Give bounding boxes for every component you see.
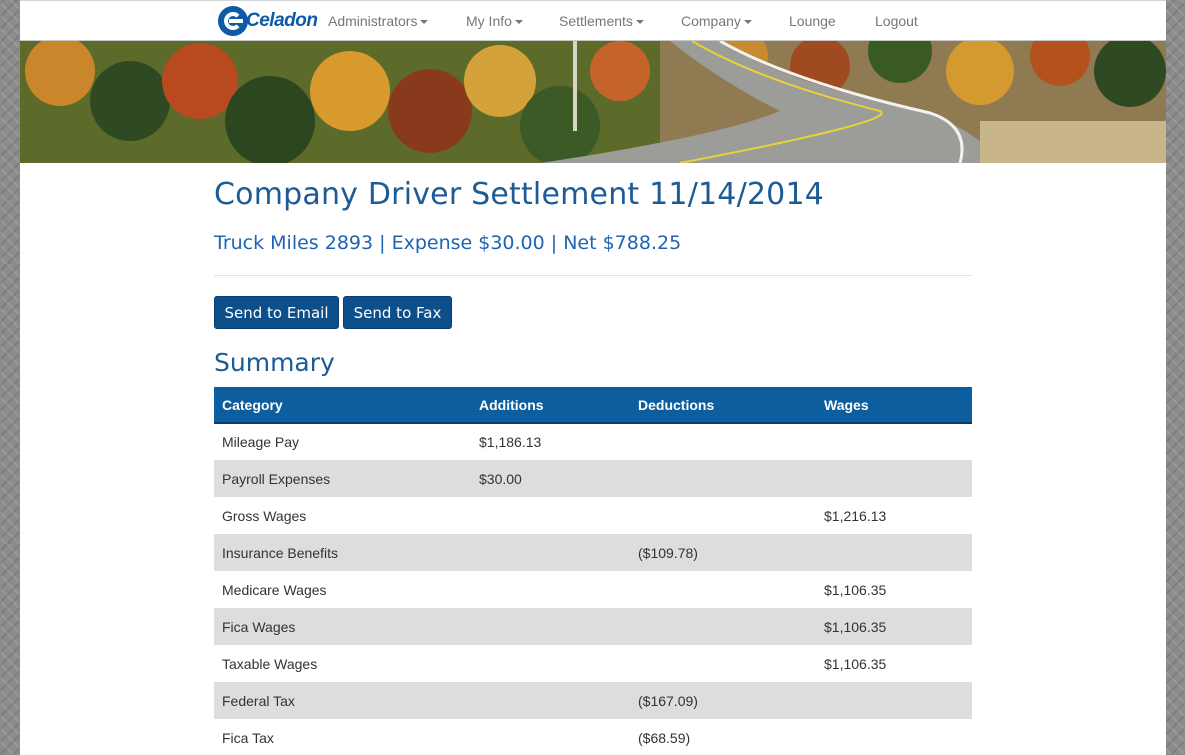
table-header-row: Category Additions Deductions Wages [214, 387, 972, 424]
cell-deductions [630, 423, 816, 460]
column-header-wages: Wages [816, 387, 972, 424]
celadon-logo[interactable]: Celadon [218, 2, 318, 40]
table-row: Mileage Pay $1,186.13 [214, 423, 972, 460]
table-row: Fica Tax ($68.59) [214, 719, 972, 755]
cell-category: Fica Tax [214, 719, 471, 755]
cell-additions [471, 645, 630, 682]
cell-additions: $1,186.13 [471, 423, 630, 460]
cell-deductions [630, 497, 816, 534]
cell-deductions: ($109.78) [630, 534, 816, 571]
nav-company-label: Company [681, 13, 741, 29]
cell-additions [471, 719, 630, 755]
cell-additions [471, 608, 630, 645]
page: Celadon Administrators My Info Settlemen… [20, 0, 1166, 755]
cell-deductions: ($167.09) [630, 682, 816, 719]
table-row: Medicare Wages $1,106.35 [214, 571, 972, 608]
cell-wages: $1,106.35 [816, 645, 972, 682]
cell-deductions [630, 460, 816, 497]
column-header-additions: Additions [471, 387, 630, 424]
send-to-fax-button[interactable]: Send to Fax [343, 296, 452, 329]
road-banner-illustration [20, 41, 1166, 163]
nav-company[interactable]: Company [681, 13, 752, 29]
cell-category: Taxable Wages [214, 645, 471, 682]
cell-additions [471, 682, 630, 719]
caret-down-icon [420, 20, 429, 25]
caret-down-icon [514, 20, 523, 25]
table-row: Payroll Expenses $30.00 [214, 460, 972, 497]
cell-category: Payroll Expenses [214, 460, 471, 497]
nav-lounge-label: Lounge [789, 13, 836, 29]
cell-wages [816, 423, 972, 460]
summary-heading: Summary [214, 348, 335, 377]
cell-wages: $1,106.35 [816, 571, 972, 608]
cell-deductions [630, 645, 816, 682]
road-banner-image [20, 41, 1166, 163]
cell-wages: $1,106.35 [816, 608, 972, 645]
cell-deductions [630, 608, 816, 645]
page-title: Company Driver Settlement 11/14/2014 [214, 177, 825, 212]
cell-additions [471, 571, 630, 608]
table-row: Taxable Wages $1,106.35 [214, 645, 972, 682]
nav-my-info[interactable]: My Info [466, 13, 523, 29]
cell-category: Federal Tax [214, 682, 471, 719]
nav-my-info-label: My Info [466, 13, 512, 29]
nav-administrators[interactable]: Administrators [328, 13, 429, 29]
table-row: Federal Tax ($167.09) [214, 682, 972, 719]
cell-wages: $1,216.13 [816, 497, 972, 534]
table-row: Fica Wages $1,106.35 [214, 608, 972, 645]
column-header-category: Category [214, 387, 471, 424]
cell-category: Insurance Benefits [214, 534, 471, 571]
send-to-email-button[interactable]: Send to Email [214, 296, 339, 329]
cell-deductions [630, 571, 816, 608]
table-row: Gross Wages $1,216.13 [214, 497, 972, 534]
nav-logout[interactable]: Logout [875, 13, 918, 29]
caret-down-icon [743, 20, 752, 25]
summary-table: Category Additions Deductions Wages Mile… [214, 387, 972, 755]
cell-deductions: ($68.59) [630, 719, 816, 755]
caret-down-icon [635, 20, 644, 25]
cell-additions [471, 534, 630, 571]
cell-wages [816, 682, 972, 719]
celadon-logo-icon [218, 6, 248, 36]
nav-settlements-label: Settlements [559, 13, 633, 29]
cell-wages [816, 534, 972, 571]
cell-category: Fica Wages [214, 608, 471, 645]
logo-text: Celadon [246, 10, 318, 31]
cell-wages [816, 460, 972, 497]
cell-additions [471, 497, 630, 534]
cell-category: Mileage Pay [214, 423, 471, 460]
settlement-subtitle: Truck Miles 2893 | Expense $30.00 | Net … [214, 232, 682, 254]
cell-category: Medicare Wages [214, 571, 471, 608]
cell-category: Gross Wages [214, 497, 471, 534]
table-row: Insurance Benefits ($109.78) [214, 534, 972, 571]
cell-wages [816, 719, 972, 755]
nav-administrators-label: Administrators [328, 13, 418, 29]
divider [214, 275, 972, 276]
cell-additions: $30.00 [471, 460, 630, 497]
nav-settlements[interactable]: Settlements [559, 13, 644, 29]
top-navbar: Celadon Administrators My Info Settlemen… [20, 0, 1166, 41]
nav-logout-label: Logout [875, 13, 918, 29]
nav-lounge[interactable]: Lounge [789, 13, 836, 29]
column-header-deductions: Deductions [630, 387, 816, 424]
